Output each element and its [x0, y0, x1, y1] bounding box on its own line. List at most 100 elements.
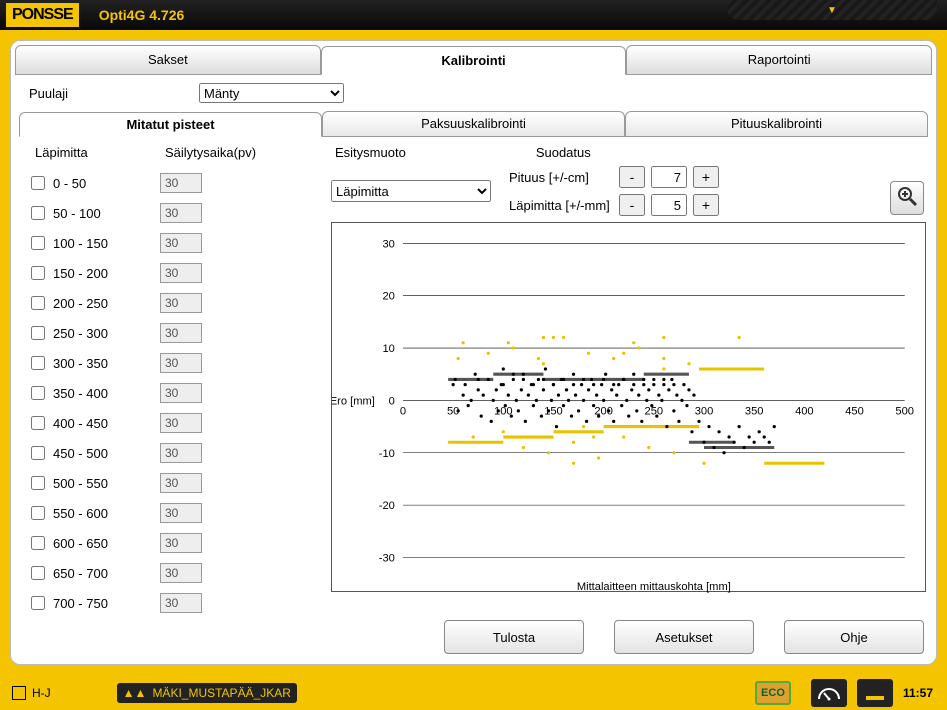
- header-retention: Säilytysaika(pv): [165, 145, 256, 160]
- range-checkbox[interactable]: [31, 476, 45, 490]
- range-checkbox[interactable]: [31, 266, 45, 280]
- sub-tab-0[interactable]: Mitatut pisteet: [19, 112, 322, 137]
- retention-input[interactable]: [160, 203, 202, 223]
- retention-input[interactable]: [160, 263, 202, 283]
- range-checkbox[interactable]: [31, 236, 45, 250]
- range-label: 450 - 500: [45, 446, 160, 461]
- retention-input[interactable]: [160, 233, 202, 253]
- range-row: 500 - 550: [21, 468, 331, 498]
- range-checkbox[interactable]: [31, 386, 45, 400]
- svg-text:30: 30: [382, 238, 394, 250]
- brand-logo: PONSSE: [6, 3, 79, 27]
- diameter-minus-button[interactable]: -: [619, 194, 645, 216]
- range-checkbox[interactable]: [31, 416, 45, 430]
- length-filter-label: Pituus [+/-cm]: [509, 170, 619, 185]
- svg-text:150: 150: [544, 406, 563, 418]
- range-label: 300 - 350: [45, 356, 160, 371]
- range-row: 200 - 250: [21, 288, 331, 318]
- status-site[interactable]: ▲▲ MÄKI_MUSTAPÄÄ_JKAR: [117, 683, 297, 703]
- main-tab-0[interactable]: Sakset: [15, 45, 321, 74]
- retention-input[interactable]: [160, 473, 202, 493]
- range-checkbox[interactable]: [31, 206, 45, 220]
- svg-text:450: 450: [845, 406, 864, 418]
- range-label: 200 - 250: [45, 296, 160, 311]
- svg-text:300: 300: [695, 406, 714, 418]
- range-label: 550 - 600: [45, 506, 160, 521]
- diameter-filter-label: Läpimitta [+/-mm]: [509, 198, 619, 213]
- retention-input[interactable]: [160, 173, 202, 193]
- presentation-select[interactable]: Läpimitta: [331, 180, 491, 202]
- retention-input[interactable]: [160, 383, 202, 403]
- print-button[interactable]: Tulosta: [444, 620, 584, 654]
- titlebar-dropdown[interactable]: [727, 0, 937, 20]
- right-column: Esitysmuoto Suodatus Läpimitta Pituus [+…: [331, 145, 926, 590]
- diameter-value-input[interactable]: [651, 194, 687, 216]
- gauge-icon[interactable]: [811, 679, 847, 707]
- header-diameter: Läpimitta: [35, 145, 165, 160]
- range-label: 600 - 650: [45, 536, 160, 551]
- help-button[interactable]: Ohje: [784, 620, 924, 654]
- retention-input[interactable]: [160, 293, 202, 313]
- svg-text:-20: -20: [379, 500, 395, 512]
- retention-input[interactable]: [160, 593, 202, 613]
- sub-tab-2[interactable]: Pituuskalibrointi: [625, 111, 928, 136]
- range-row: 50 - 100: [21, 198, 331, 228]
- length-plus-button[interactable]: +: [693, 166, 719, 188]
- range-checkbox[interactable]: [31, 536, 45, 550]
- retention-input[interactable]: [160, 503, 202, 523]
- species-select[interactable]: Mänty: [199, 83, 344, 103]
- retention-input[interactable]: [160, 323, 202, 343]
- range-row: 400 - 450: [21, 408, 331, 438]
- species-label: Puulaji: [29, 86, 199, 101]
- minimize-icon[interactable]: [857, 679, 893, 707]
- settings-button[interactable]: Asetukset: [614, 620, 754, 654]
- range-checkbox[interactable]: [31, 176, 45, 190]
- range-label: 100 - 150: [45, 236, 160, 251]
- retention-input[interactable]: [160, 563, 202, 583]
- retention-input[interactable]: [160, 353, 202, 373]
- svg-text:0: 0: [400, 406, 406, 418]
- range-label: 350 - 400: [45, 386, 160, 401]
- retention-input[interactable]: [160, 533, 202, 553]
- eco-indicator: ECO: [755, 681, 791, 705]
- svg-text:Mittalaitteen mittauskohta [mm: Mittalaitteen mittauskohta [mm]: [577, 581, 731, 593]
- tree-icon: ▲▲: [123, 686, 147, 700]
- titlebar: PONSSE Opti4G 4.726: [0, 0, 947, 30]
- status-user-label: H-J: [32, 686, 51, 700]
- svg-text:20: 20: [382, 291, 394, 303]
- length-value-input[interactable]: [651, 166, 687, 188]
- range-checkbox[interactable]: [31, 566, 45, 580]
- range-checkbox[interactable]: [31, 596, 45, 610]
- sub-tab-1[interactable]: Paksuuskalibrointi: [322, 111, 625, 136]
- diameter-plus-button[interactable]: +: [693, 194, 719, 216]
- status-site-label: MÄKI_MUSTAPÄÄ_JKAR: [152, 686, 290, 700]
- range-checkbox[interactable]: [31, 356, 45, 370]
- presentation-label: Esitysmuoto: [335, 145, 406, 160]
- main-tab-bar: SaksetKalibrointiRaportointi: [15, 45, 932, 75]
- svg-text:400: 400: [795, 406, 814, 418]
- range-row: 0 - 50: [21, 168, 331, 198]
- zoom-button[interactable]: [890, 181, 924, 215]
- range-label: 650 - 700: [45, 566, 160, 581]
- svg-text:-30: -30: [379, 553, 395, 565]
- main-tab-1[interactable]: Kalibrointi: [321, 46, 627, 75]
- svg-text:-10: -10: [379, 448, 395, 460]
- range-row: 650 - 700: [21, 558, 331, 588]
- range-checkbox[interactable]: [31, 506, 45, 520]
- range-label: 150 - 200: [45, 266, 160, 281]
- length-minus-button[interactable]: -: [619, 166, 645, 188]
- retention-input[interactable]: [160, 443, 202, 463]
- range-checkbox[interactable]: [31, 296, 45, 310]
- main-tab-2[interactable]: Raportointi: [626, 45, 932, 74]
- retention-input[interactable]: [160, 413, 202, 433]
- range-row: 700 - 750: [21, 588, 331, 618]
- svg-text:350: 350: [745, 406, 764, 418]
- app-title: Opti4G 4.726: [99, 7, 185, 23]
- range-checkbox[interactable]: [31, 446, 45, 460]
- range-checkbox[interactable]: [31, 326, 45, 340]
- range-row: 250 - 300: [21, 318, 331, 348]
- range-label: 400 - 450: [45, 416, 160, 431]
- range-label: 700 - 750: [45, 596, 160, 611]
- range-row: 350 - 400: [21, 378, 331, 408]
- status-user: H-J: [6, 683, 57, 703]
